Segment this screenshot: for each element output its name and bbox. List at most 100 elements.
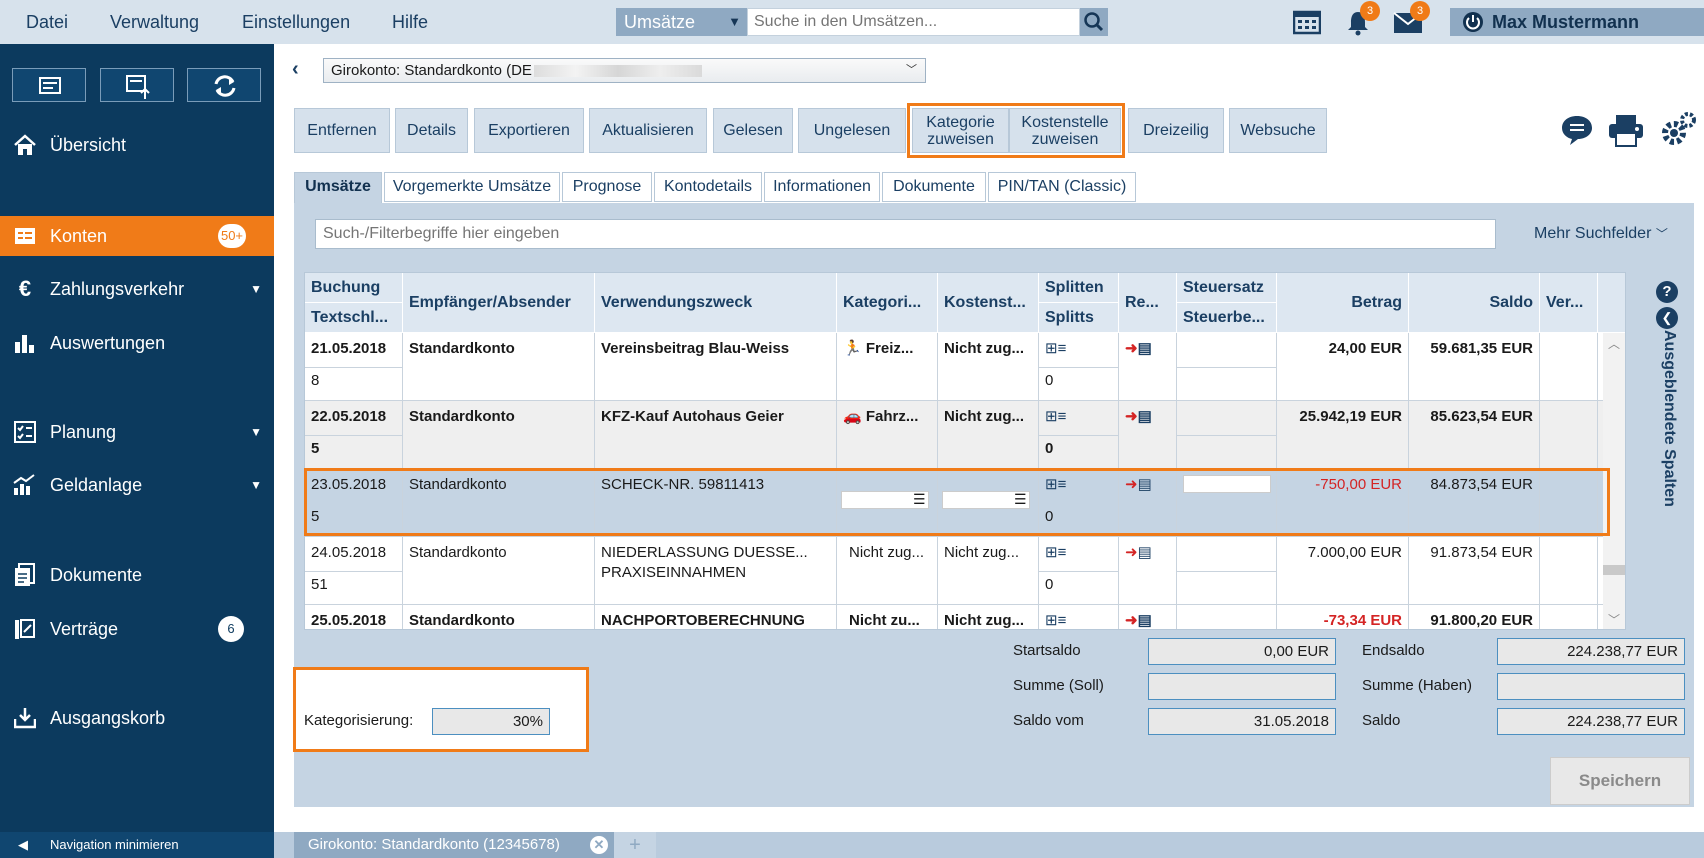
col-textschl[interactable]: Textschl...	[305, 303, 403, 333]
car-category-icon: 🚗	[843, 408, 862, 425]
cell-re[interactable]: ➜▤	[1119, 605, 1177, 629]
aktualisieren-button[interactable]: Aktualisieren	[589, 108, 707, 153]
col-steuersatz[interactable]: Steuersatz	[1177, 273, 1277, 303]
print-icon[interactable]	[1608, 113, 1644, 151]
col-splitten[interactable]: Splitten	[1039, 273, 1119, 303]
details-button[interactable]: Details	[395, 108, 468, 153]
websuche-button[interactable]: Websuche	[1229, 108, 1327, 153]
cell-kategorie[interactable]: Nicht zug...	[837, 537, 938, 605]
col-betrag[interactable]: Betrag	[1277, 273, 1409, 333]
gelesen-button[interactable]: Gelesen	[713, 108, 793, 153]
dreizeilig-button[interactable]: Dreizeilig	[1128, 108, 1224, 153]
entfernen-button[interactable]: Entfernen	[294, 108, 390, 153]
filter-input[interactable]	[315, 219, 1496, 249]
leisure-category-icon: 🏃	[843, 340, 862, 357]
cell-re[interactable]: ➜▤	[1119, 401, 1177, 469]
help-icon[interactable]: ?	[1656, 281, 1678, 303]
cell-steuer[interactable]	[1177, 537, 1277, 605]
save-button[interactable]: Speichern	[1550, 757, 1690, 805]
sidebar-item-label: Übersicht	[50, 135, 127, 155]
table-row[interactable]: 21.05.2018 8 Standardkonto Vereinsbeitrag…	[305, 333, 1625, 401]
document-tab[interactable]: Girokonto: Standardkonto (12345678) ✕	[294, 832, 614, 858]
back-chevron-icon[interactable]: ‹	[292, 58, 299, 81]
menu-datei[interactable]: Datei	[26, 0, 68, 44]
sidebar-item-konten[interactable]: Konten 50+	[0, 216, 274, 256]
menu-verwaltung[interactable]: Verwaltung	[110, 0, 199, 44]
scroll-up-icon[interactable]: ︿	[1608, 335, 1620, 352]
search-scope-select[interactable]: Umsätze ▼	[616, 8, 747, 36]
col-kategorie[interactable]: Kategori...	[837, 273, 938, 333]
sidebar-item-zahlungsverkehr[interactable]: € Zahlungsverkehr ▼	[0, 269, 274, 309]
col-saldo[interactable]: Saldo	[1409, 273, 1540, 333]
col-buchung[interactable]: Buchung	[305, 273, 403, 303]
exportieren-button[interactable]: Exportieren	[474, 108, 584, 153]
summe-haben-label: Summe (Haben)	[1362, 677, 1473, 694]
close-icon[interactable]: ✕	[590, 836, 608, 854]
menu-hilfe[interactable]: Hilfe	[392, 0, 428, 44]
sidebar-upload-button[interactable]	[100, 68, 174, 102]
tab-dokumente[interactable]: Dokumente	[882, 172, 986, 202]
cell-steuer[interactable]	[1177, 401, 1277, 469]
col-splitts[interactable]: Splitts	[1039, 303, 1119, 333]
tab-kontodetails[interactable]: Kontodetails	[654, 172, 762, 202]
tab-informationen[interactable]: Informationen	[764, 172, 880, 202]
cell-kostenstelle[interactable]: Nicht zug...	[938, 333, 1039, 401]
col-re[interactable]: Re...	[1119, 273, 1177, 333]
col-verwendungszweck[interactable]: Verwendungszweck	[595, 273, 837, 333]
sidebar-item-geldanlage[interactable]: Geldanlage ▼	[0, 465, 274, 505]
sidebar-item-ausgangskorb[interactable]: Ausgangskorb	[0, 698, 274, 738]
table-row[interactable]: 22.05.2018 5 Standardkonto KFZ-Kauf Autoh…	[305, 401, 1625, 469]
sidebar-item-dokumente[interactable]: Dokumente	[0, 555, 274, 595]
cell-kostenstelle[interactable]: Nicht zug...	[938, 537, 1039, 605]
cell-splitten[interactable]: ⊞≡ 0	[1039, 401, 1119, 469]
cell-re[interactable]: ➜▤	[1119, 537, 1177, 605]
scroll-thumb[interactable]	[1603, 565, 1625, 575]
cell-kostenstelle[interactable]: Nicht zug...	[938, 605, 1039, 629]
ungelesen-button[interactable]: Ungelesen	[798, 108, 906, 153]
more-search-fields-link[interactable]: Mehr Suchfelder ﹀	[1534, 219, 1668, 249]
cell-kategorie[interactable]: 🏃 Freiz...	[837, 333, 938, 401]
cell-kostenstelle[interactable]: Nicht zug...	[938, 401, 1039, 469]
summe-haben-field	[1497, 673, 1685, 700]
menu-einstellungen[interactable]: Einstellungen	[242, 0, 350, 44]
account-select[interactable]: Girokonto: Standardkonto (DE ﹀	[323, 58, 926, 83]
cell-kategorie[interactable]: Nicht zu...	[837, 605, 938, 629]
chat-icon[interactable]	[1560, 113, 1594, 151]
search-button[interactable]	[1080, 8, 1108, 36]
cell-zweck: NACHPORTOBERECHNUNG	[595, 605, 837, 629]
kategorie-zuweisen-button[interactable]: Kategorie zuweisen	[912, 108, 1009, 153]
cell-splitten[interactable]: ⊞≡ 0	[1039, 537, 1119, 605]
tab-umsaetze[interactable]: Umsätze	[294, 172, 382, 205]
cell-splitten[interactable]: ⊞≡ 0	[1039, 333, 1119, 401]
collapse-left-icon[interactable]: ❮	[1656, 307, 1678, 329]
cell-kategorie[interactable]: 🚗 Fahrz...	[837, 401, 938, 469]
tab-pin-tan[interactable]: PIN/TAN (Classic)	[988, 172, 1136, 202]
col-ver[interactable]: Ver...	[1540, 273, 1598, 333]
sidebar-item-planung[interactable]: Planung ▼	[0, 412, 274, 452]
tab-prognose[interactable]: Prognose	[562, 172, 652, 202]
sidebar-item-vertraege[interactable]: Verträge 6	[0, 609, 274, 649]
table-row[interactable]: 25.05.2018 Standardkonto NACHPORTOBERECH…	[305, 605, 1625, 629]
sidebar-item-uebersicht[interactable]: Übersicht	[0, 125, 274, 165]
user-menu[interactable]: Max Mustermann	[1450, 8, 1704, 36]
cell-re[interactable]: ➜▤	[1119, 333, 1177, 401]
calendar-icon[interactable]	[1292, 9, 1322, 39]
settings-gear-icon[interactable]	[1660, 111, 1696, 151]
sidebar-cards-button[interactable]	[12, 68, 86, 102]
add-tab-button[interactable]: +	[614, 832, 656, 858]
scroll-down-icon[interactable]: ﹀	[1608, 611, 1620, 628]
cell-zweck: KFZ-Kauf Autohaus Geier	[595, 401, 837, 469]
col-empfaenger[interactable]: Empfänger/Absender	[403, 273, 595, 333]
col-steuerbetrag[interactable]: Steuerbe...	[1177, 303, 1277, 333]
col-kostenstelle[interactable]: Kostenst...	[938, 273, 1039, 333]
tab-vorgemerkte-umsaetze[interactable]: Vorgemerkte Umsätze	[384, 172, 560, 202]
search-input[interactable]	[747, 8, 1080, 36]
cell-splitten[interactable]: ⊞≡	[1039, 605, 1119, 629]
table-row[interactable]: 24.05.2018 51 Standardkonto NIEDERLASSUNG…	[305, 537, 1625, 605]
hidden-columns-label[interactable]: Ausgeblendete Spalten	[1660, 330, 1678, 507]
sidebar-item-auswertungen[interactable]: Auswertungen	[0, 323, 274, 363]
sidebar-refresh-button[interactable]	[187, 68, 261, 102]
navigation-minimize-button[interactable]: ◀ Navigation minimieren	[0, 832, 274, 858]
cell-steuer[interactable]	[1177, 333, 1277, 401]
kostenstelle-zuweisen-button[interactable]: Kostenstelle zuweisen	[1009, 108, 1121, 153]
